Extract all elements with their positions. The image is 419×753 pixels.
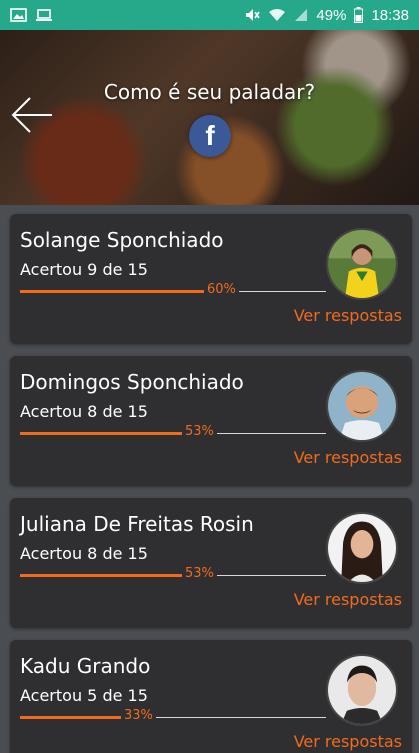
- clock: 18:38: [371, 6, 409, 24]
- score-progress-bar: 53%: [20, 566, 326, 581]
- score-progress-bar: 33%: [20, 708, 326, 723]
- person-name: Solange Sponchiado: [20, 228, 224, 252]
- view-answers-link[interactable]: Ver respostas: [294, 732, 402, 751]
- avatar: [326, 512, 398, 584]
- avatar: [326, 228, 398, 300]
- avatar: [326, 654, 398, 726]
- header-banner: Como é seu paladar? f: [0, 30, 419, 205]
- score-progress-bar: 60%: [20, 282, 326, 297]
- view-answers-link[interactable]: Ver respostas: [294, 306, 402, 325]
- progress-fill: [20, 716, 121, 719]
- facebook-icon[interactable]: f: [189, 115, 231, 157]
- result-card: Juliana De Freitas Rosin Acertou 8 de 15…: [10, 498, 412, 628]
- results-list: Solange Sponchiado Acertou 9 de 15 60% V…: [10, 214, 412, 753]
- progress-fill: [20, 290, 204, 293]
- progress-fill: [20, 574, 182, 577]
- progress-percent: 33%: [121, 708, 156, 723]
- person-name: Domingos Sponchiado: [20, 370, 244, 394]
- result-card: Solange Sponchiado Acertou 9 de 15 60% V…: [10, 214, 412, 344]
- image-icon: [10, 8, 27, 22]
- page-title: Como é seu paladar?: [103, 80, 316, 104]
- result-card: Domingos Sponchiado Acertou 8 de 15 53% …: [10, 356, 412, 486]
- progress-percent: 53%: [182, 566, 217, 581]
- status-bar: 49% 18:38: [0, 0, 419, 30]
- progress-percent: 60%: [204, 282, 239, 297]
- score-text: Acertou 8 de 15: [20, 544, 148, 563]
- progress-fill: [20, 432, 182, 435]
- score-text: Acertou 9 de 15: [20, 260, 148, 279]
- view-answers-link[interactable]: Ver respostas: [294, 590, 402, 609]
- person-name: Kadu Grando: [20, 654, 151, 678]
- score-progress-bar: 53%: [20, 424, 326, 439]
- score-text: Acertou 8 de 15: [20, 402, 148, 421]
- view-answers-link[interactable]: Ver respostas: [294, 448, 402, 467]
- progress-percent: 53%: [182, 424, 217, 439]
- wifi-icon: [268, 8, 286, 22]
- mute-icon: [244, 7, 261, 23]
- battery-icon: [354, 7, 364, 23]
- laptop-icon: [35, 8, 53, 22]
- person-name: Juliana De Freitas Rosin: [20, 512, 254, 536]
- avatar: [326, 370, 398, 442]
- score-text: Acertou 5 de 15: [20, 686, 148, 705]
- result-card: Kadu Grando Acertou 5 de 15 33% Ver resp…: [10, 640, 412, 753]
- battery-percent: 49%: [316, 6, 347, 24]
- signal-icon: [294, 8, 308, 22]
